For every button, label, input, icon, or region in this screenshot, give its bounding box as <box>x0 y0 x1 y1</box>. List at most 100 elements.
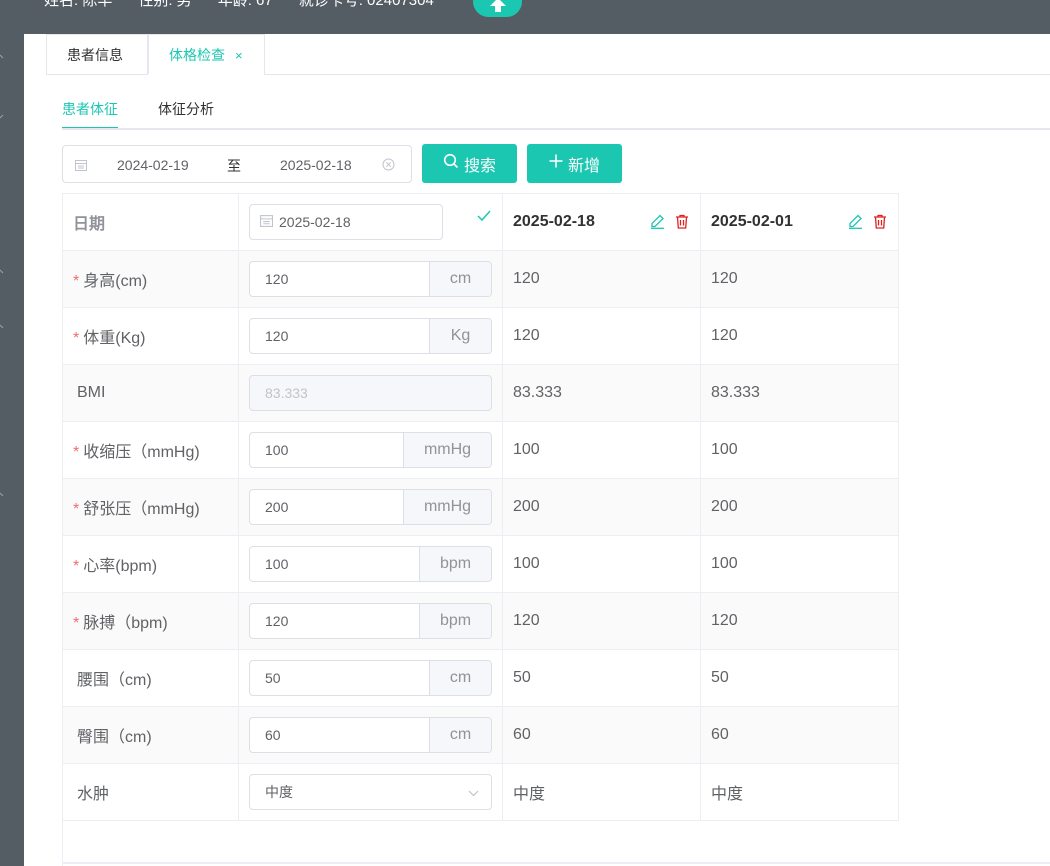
measurement-input[interactable]: 200 mmHg <box>249 489 492 525</box>
unit-suffix: Kg <box>429 319 491 353</box>
record-value: 100 <box>700 421 899 479</box>
input-value: 中度 <box>265 784 293 800</box>
add-button[interactable]: 新增 <box>527 144 622 183</box>
unit-suffix: mmHg <box>403 433 491 467</box>
input-value: 200 <box>265 499 289 515</box>
record-value: 100 <box>700 535 899 593</box>
subtab-patient-signs[interactable]: 患者体征 <box>62 100 118 130</box>
add-label: 新增 <box>567 157 600 175</box>
record-column-header: 2025-02-01 <box>700 193 899 251</box>
table-row: * 身高(cm) 120 cm 120 120 <box>62 250 899 308</box>
date-range-picker[interactable]: 2024-02-19 至 2025-02-18 <box>62 145 412 183</box>
measurement-input[interactable]: 60 cm <box>249 717 492 753</box>
page-tabs: 患者信息 体格检查 × <box>46 34 265 75</box>
unit-suffix: mmHg <box>403 490 491 524</box>
measurement-input[interactable]: 120 Kg <box>249 318 492 354</box>
measurement-input[interactable]: 83.333 <box>249 375 492 411</box>
subtab-label: 患者体征 <box>62 101 118 117</box>
measurement-input[interactable]: 50 cm <box>249 660 492 696</box>
record-value: 120 <box>502 250 701 308</box>
search-icon <box>443 153 459 174</box>
row-label: 身高(cm) <box>83 273 148 290</box>
delete-icon[interactable] <box>873 214 887 234</box>
record-value: 120 <box>502 307 701 365</box>
sidebar <box>0 34 24 866</box>
date-header-label: 日期 <box>62 193 239 251</box>
subtab-sign-analysis[interactable]: 体征分析 <box>158 100 214 130</box>
row-label-cell: * 心率(bpm) <box>62 535 239 593</box>
exam-date-value: 2025-02-18 <box>279 214 351 230</box>
vital-signs-table: 日期 2025-02-18 2025-02-18 2025-02-01 * 身高… <box>62 193 1050 866</box>
row-label: BMI <box>77 384 106 401</box>
table-row: * 体重(Kg) 120 Kg 120 120 <box>62 307 899 365</box>
table-row: * 脉搏（bpm) 120 bpm 120 120 <box>62 592 899 650</box>
required-mark: * <box>73 444 80 461</box>
record-value: 中度 <box>502 763 701 821</box>
row-input-cell: 200 mmHg <box>238 478 503 536</box>
row-label-cell: 水肿 <box>62 763 239 821</box>
close-icon[interactable]: × <box>235 48 243 63</box>
input-value: 120 <box>265 271 289 287</box>
input-value: 100 <box>265 556 289 572</box>
calendar-icon <box>75 158 87 174</box>
confirm-check-icon[interactable] <box>477 209 491 227</box>
end-date-input[interactable]: 2025-02-18 <box>280 157 352 173</box>
required-mark: * <box>73 558 80 575</box>
measurement-input[interactable]: 120 cm <box>249 261 492 297</box>
record-date: 2025-02-01 <box>711 213 793 230</box>
edit-icon[interactable] <box>650 214 665 234</box>
row-input-cell: 120 Kg <box>238 307 503 365</box>
input-value: 50 <box>265 670 281 686</box>
required-mark: * <box>73 501 80 518</box>
chevron-icon[interactable] <box>0 269 6 275</box>
search-label: 搜索 <box>463 157 496 175</box>
start-date-input[interactable]: 2024-02-19 <box>117 157 189 173</box>
record-date: 2025-02-18 <box>513 213 595 230</box>
clear-icon[interactable] <box>382 158 395 174</box>
row-input-cell: 120 cm <box>238 250 503 308</box>
row-label-cell: BMI <box>62 364 239 422</box>
record-value: 60 <box>700 706 899 764</box>
collapse-button[interactable] <box>473 0 522 17</box>
record-value: 100 <box>502 535 701 593</box>
sub-tabs: 患者体征 体征分析 <box>62 100 1050 130</box>
row-label: 腰围（cm) <box>77 672 152 689</box>
edit-icon[interactable] <box>848 214 863 234</box>
row-input-cell: 100 mmHg <box>238 421 503 479</box>
record-value: 120 <box>700 592 899 650</box>
record-value: 中度 <box>700 763 899 821</box>
edema-select[interactable]: 中度 <box>249 774 492 810</box>
chevron-icon[interactable] <box>0 114 6 120</box>
row-input-cell: 120 bpm <box>238 592 503 650</box>
patient-name: 姓名: 陈丰 <box>44 0 113 9</box>
exam-date-picker[interactable]: 2025-02-18 <box>249 204 443 240</box>
search-button[interactable]: 搜索 <box>422 144 517 183</box>
chevron-icon[interactable] <box>0 492 6 498</box>
delete-icon[interactable] <box>675 214 689 234</box>
record-value: 50 <box>700 649 899 707</box>
tab-patient-info[interactable]: 患者信息 <box>46 34 148 75</box>
date-input-cell: 2025-02-18 <box>238 193 503 251</box>
record-value: 60 <box>502 706 701 764</box>
patient-age: 年龄: 67 <box>217 0 273 9</box>
required-mark: * <box>73 330 80 347</box>
row-label-cell: * 身高(cm) <box>62 250 239 308</box>
table-header-row: 日期 2025-02-18 2025-02-18 2025-02-01 <box>62 193 899 251</box>
table-row: * 舒张压（mmHg) 200 mmHg 200 200 <box>62 478 899 536</box>
measurement-input[interactable]: 100 mmHg <box>249 432 492 468</box>
plus-icon <box>549 154 563 173</box>
chevron-icon[interactable] <box>0 324 6 330</box>
unit-suffix: bpm <box>419 547 491 581</box>
row-input-cell: 50 cm <box>238 649 503 707</box>
main-content: 患者信息 体格检查 × 患者体征 体征分析 2024-02-19 至 2025-… <box>24 34 1050 866</box>
measurement-input[interactable]: 120 bpm <box>249 603 492 639</box>
row-label: 收缩压（mmHg) <box>83 444 200 461</box>
record-value: 83.333 <box>700 364 899 422</box>
measurement-input[interactable]: 100 bpm <box>249 546 492 582</box>
tab-physical-exam[interactable]: 体格检查 × <box>148 34 265 75</box>
row-input-cell: 60 cm <box>238 706 503 764</box>
chevron-icon[interactable] <box>0 54 6 60</box>
record-value: 120 <box>502 592 701 650</box>
tab-label: 患者信息 <box>67 47 123 63</box>
patient-gender: 性别: 男 <box>138 0 192 9</box>
